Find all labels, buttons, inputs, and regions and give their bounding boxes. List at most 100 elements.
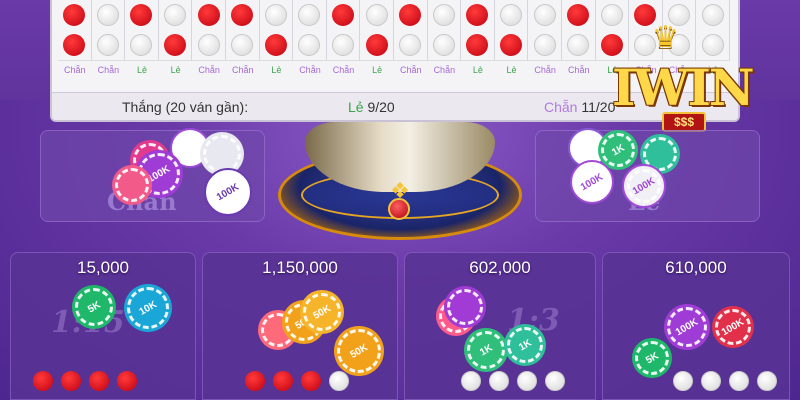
white-bead <box>533 34 556 56</box>
chip-50k: 50K <box>300 290 344 334</box>
logo-sub: $$$ <box>662 112 707 132</box>
bet-box-dots <box>33 371 137 391</box>
le-stat-label: Lẻ <box>348 99 364 115</box>
history-label: Chẵn <box>534 64 556 75</box>
white-bead <box>231 34 254 56</box>
history-cell <box>528 0 562 30</box>
chip-label: 1K <box>516 337 534 353</box>
history-cell <box>58 0 92 30</box>
le-stat-value: 9/20 <box>367 99 395 115</box>
history-cell <box>58 30 92 60</box>
chip-100k: 100K <box>570 160 614 204</box>
red-bead <box>245 371 265 391</box>
red-bead <box>301 371 321 391</box>
white-bead <box>298 4 321 26</box>
history-cell <box>125 30 159 60</box>
red-bead <box>466 34 489 56</box>
white-bead <box>432 4 455 26</box>
history-label: Chẵn <box>299 64 321 75</box>
history-label: Chẵn <box>198 64 220 75</box>
red-bead <box>89 371 109 391</box>
chip-100k: 100K <box>204 168 252 216</box>
white-bead <box>533 4 556 26</box>
chip-label: 100K <box>630 175 658 197</box>
bet-box-amount: 1,150,000 <box>262 258 338 277</box>
bet-box-3[interactable]: 602,000 1:3 <box>404 252 596 400</box>
red-bead <box>365 34 388 56</box>
red-bead <box>500 34 523 56</box>
history-label: Chẵn <box>64 64 86 75</box>
bet-box-amount: 15,000 <box>77 258 129 277</box>
white-bead <box>500 4 523 26</box>
chip <box>112 165 152 205</box>
white-bead <box>729 371 749 391</box>
history-cell <box>260 0 294 30</box>
red-bead <box>466 4 489 26</box>
history-cell <box>528 30 562 60</box>
white-bead <box>197 34 220 56</box>
chip-label: 100K <box>673 316 701 338</box>
history-label: Chẵn <box>433 64 456 75</box>
white-bead <box>567 34 590 56</box>
jewel-icon <box>388 198 410 220</box>
bet-box-dots <box>245 371 349 391</box>
history-cell <box>159 30 193 60</box>
red-bead <box>33 371 53 391</box>
chip-label: 5K <box>85 299 103 315</box>
red-bead <box>63 4 86 26</box>
history-cell <box>92 0 126 30</box>
chip-1k: 1K <box>504 324 546 366</box>
chip-100k: 100K <box>712 306 754 348</box>
red-bead <box>231 4 254 26</box>
bet-box-dots <box>461 371 565 391</box>
bet-box-dots <box>673 371 777 391</box>
red-bead <box>197 4 220 26</box>
history-cell <box>159 0 193 30</box>
white-bead <box>545 371 565 391</box>
history-cell <box>461 0 495 30</box>
chip-100k: 100K <box>664 304 710 350</box>
history-cell <box>461 30 495 60</box>
history-cell <box>428 30 462 60</box>
chip-label: 50K <box>311 302 333 322</box>
logo-word: IWIN <box>612 58 755 117</box>
history-cell <box>192 0 226 30</box>
white-bead <box>264 4 287 26</box>
history-cell <box>495 0 529 30</box>
chip-5k: 5K <box>72 285 116 329</box>
history-label: Lẻ <box>170 64 181 75</box>
chip <box>444 286 486 328</box>
white-bead <box>701 371 721 391</box>
crown-icon: ♛ <box>652 21 679 54</box>
history-cell <box>293 30 327 60</box>
chip-label: 10K <box>137 298 159 318</box>
history-cell <box>327 30 361 60</box>
white-bead <box>461 371 481 391</box>
white-bead <box>365 4 388 26</box>
history-label: Chẵn <box>399 64 422 75</box>
red-bead <box>399 4 422 26</box>
chip-label: 50K <box>348 341 370 361</box>
white-bead <box>517 371 537 391</box>
chan-stat: Chẵn 11/20 <box>544 99 615 115</box>
history-label: Chẵn <box>97 64 120 75</box>
history-cell <box>360 0 394 30</box>
bet-box-amount: 610,000 <box>665 258 727 277</box>
white-bead <box>164 4 187 26</box>
chip-100k: 100K <box>622 164 666 208</box>
red-bead <box>273 371 293 391</box>
white-bead <box>298 34 321 56</box>
white-bead <box>399 34 422 56</box>
history-cell <box>562 30 596 60</box>
red-bead <box>130 4 153 26</box>
red-bead <box>63 34 86 56</box>
history-label: Chẵn <box>332 64 355 75</box>
history-label: Lẻ <box>136 64 147 75</box>
white-bead <box>673 371 693 391</box>
red-bead <box>164 34 187 56</box>
white-bead <box>332 34 355 56</box>
history-cell <box>428 0 462 30</box>
history-label: Lẻ <box>472 64 483 75</box>
history-label: Chẵn <box>232 64 254 75</box>
white-bead <box>96 4 119 26</box>
